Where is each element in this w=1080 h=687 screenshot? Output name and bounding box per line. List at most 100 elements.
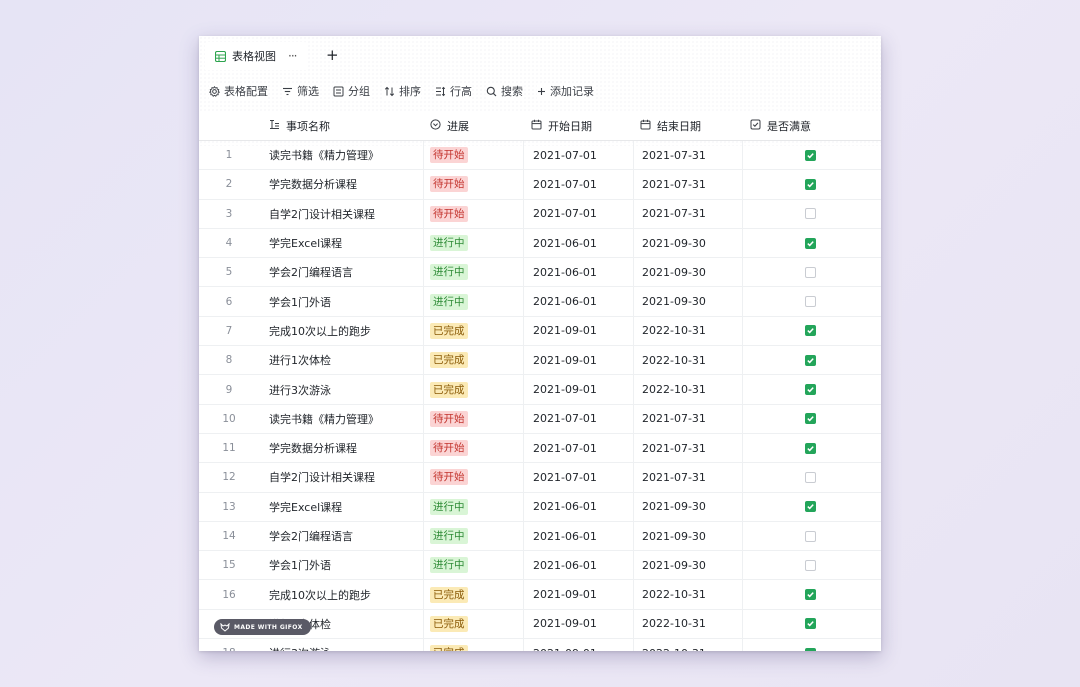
table-row[interactable]: 4 学完Excel课程 进行中 2021-06-01 2021-09-30 [199, 229, 881, 259]
checked-checkbox[interactable] [805, 354, 816, 366]
start-date-cell[interactable]: 2021-06-01 [533, 551, 597, 579]
checked-checkbox[interactable] [805, 442, 816, 454]
start-date-cell[interactable]: 2021-09-01 [533, 346, 597, 374]
progress-cell[interactable]: 进行中 [430, 229, 468, 257]
task-name-cell[interactable]: 学会1门外语 [269, 551, 331, 579]
table-row[interactable]: 10 读完书籍《精力管理》 待开始 2021-07-01 2021-07-31 [199, 405, 881, 434]
table-row[interactable]: 1 读完书籍《精力管理》 待开始 2021-07-01 2021-07-31 [199, 141, 881, 171]
satisfied-cell[interactable] [805, 258, 816, 286]
start-date-cell[interactable]: 2021-09-01 [533, 639, 597, 651]
table-row[interactable]: 8 进行1次体检 已完成 2021-09-01 2022-10-31 [199, 346, 881, 376]
checked-checkbox[interactable] [805, 384, 816, 396]
satisfied-cell[interactable] [805, 375, 816, 403]
table-row[interactable]: 9 进行3次游泳 已完成 2021-09-01 2022-10-31 [199, 375, 881, 405]
satisfied-cell[interactable] [805, 551, 816, 579]
add-record-button[interactable]: 添加记录 [537, 83, 594, 99]
start-date-cell[interactable]: 2021-09-01 [533, 375, 597, 403]
filter-button[interactable]: 筛选 [282, 83, 319, 99]
satisfied-cell[interactable] [805, 580, 816, 608]
table-row[interactable]: 11 学完数据分析课程 待开始 2021-07-01 2021-07-31 [199, 434, 881, 464]
task-name-cell[interactable]: 完成10次以上的跑步 [269, 580, 371, 608]
progress-cell[interactable]: 已完成 [430, 317, 468, 345]
progress-cell[interactable]: 待开始 [430, 170, 468, 198]
progress-cell[interactable]: 待开始 [430, 200, 468, 228]
satisfied-cell[interactable] [805, 405, 816, 433]
table-row[interactable]: 5 学会2门编程语言 进行中 2021-06-01 2021-09-30 [199, 258, 881, 288]
unchecked-checkbox[interactable] [805, 559, 816, 571]
end-date-cell[interactable]: 2022-10-31 [642, 317, 706, 345]
progress-cell[interactable]: 已完成 [430, 639, 468, 651]
progress-cell[interactable]: 待开始 [430, 405, 468, 433]
satisfied-cell[interactable] [805, 317, 816, 345]
end-date-cell[interactable]: 2021-09-30 [642, 522, 706, 550]
task-name-cell[interactable]: 学会1门外语 [269, 287, 331, 315]
start-date-cell[interactable]: 2021-07-01 [533, 170, 597, 198]
end-date-cell[interactable]: 2021-09-30 [642, 287, 706, 315]
end-date-cell[interactable]: 2021-09-30 [642, 229, 706, 257]
task-name-cell[interactable]: 自学2门设计相关课程 [269, 463, 375, 491]
unchecked-checkbox[interactable] [805, 208, 816, 220]
end-date-cell[interactable]: 2022-10-31 [642, 610, 706, 638]
start-date-cell[interactable]: 2021-07-01 [533, 141, 597, 169]
task-name-cell[interactable]: 读完书籍《精力管理》 [269, 405, 379, 433]
column-header-start[interactable]: 开始日期 [531, 112, 592, 140]
satisfied-cell[interactable] [805, 346, 816, 374]
end-date-cell[interactable]: 2022-10-31 [642, 346, 706, 374]
progress-cell[interactable]: 进行中 [430, 258, 468, 286]
satisfied-cell[interactable] [805, 141, 816, 169]
progress-cell[interactable]: 已完成 [430, 375, 468, 403]
checked-checkbox[interactable] [805, 178, 816, 190]
group-button[interactable]: 分组 [333, 83, 370, 99]
table-row[interactable]: 14 学会2门编程语言 进行中 2021-06-01 2021-09-30 [199, 522, 881, 552]
checked-checkbox[interactable] [805, 589, 816, 601]
satisfied-cell[interactable] [805, 287, 816, 315]
satisfied-cell[interactable] [805, 229, 816, 257]
end-date-cell[interactable]: 2021-07-31 [642, 463, 706, 491]
satisfied-cell[interactable] [805, 200, 816, 228]
column-header-end[interactable]: 结束日期 [640, 112, 701, 140]
progress-cell[interactable]: 进行中 [430, 551, 468, 579]
start-date-cell[interactable]: 2021-06-01 [533, 287, 597, 315]
task-name-cell[interactable]: 学完数据分析课程 [269, 170, 357, 198]
end-date-cell[interactable]: 2022-10-31 [642, 375, 706, 403]
end-date-cell[interactable]: 2021-07-31 [642, 200, 706, 228]
task-name-cell[interactable]: 学完数据分析课程 [269, 434, 357, 462]
satisfied-cell[interactable] [805, 493, 816, 521]
start-date-cell[interactable]: 2021-07-01 [533, 405, 597, 433]
table-row[interactable]: 18 进行3次游泳已完成 2021-09-01 2022-10-31 [199, 639, 881, 651]
checked-checkbox[interactable] [805, 237, 816, 249]
table-row[interactable]: 15 学会1门外语 进行中 2021-06-01 2021-09-30 [199, 551, 881, 581]
progress-cell[interactable]: 已完成 [430, 580, 468, 608]
satisfied-cell[interactable] [805, 639, 816, 651]
unchecked-checkbox[interactable] [805, 296, 816, 308]
task-name-cell[interactable]: 完成10次以上的跑步 [269, 317, 371, 345]
search-button[interactable]: 搜索 [486, 83, 523, 99]
task-name-cell[interactable]: 学会2门编程语言 [269, 522, 353, 550]
table-row[interactable]: 6 学会1门外语 进行中 2021-06-01 2021-09-30 [199, 287, 881, 317]
satisfied-cell[interactable] [805, 434, 816, 462]
row-height-button[interactable]: 行高 [435, 83, 472, 99]
tab-more-button[interactable]: ··· [288, 49, 298, 63]
sort-button[interactable]: 排序 [384, 83, 421, 99]
satisfied-cell[interactable] [805, 610, 816, 638]
end-date-cell[interactable]: 2021-07-31 [642, 434, 706, 462]
table-config-button[interactable]: 表格配置 [209, 83, 268, 99]
unchecked-checkbox[interactable] [805, 530, 816, 542]
checked-checkbox[interactable] [805, 413, 816, 425]
end-date-cell[interactable]: 2022-10-31 [642, 580, 706, 608]
checked-checkbox[interactable] [805, 501, 816, 513]
end-date-cell[interactable]: 2021-07-31 [642, 141, 706, 169]
table-row[interactable]: 7 完成10次以上的跑步 已完成 2021-09-01 2022-10-31 [199, 317, 881, 347]
checked-checkbox[interactable] [805, 149, 816, 161]
start-date-cell[interactable]: 2021-07-01 [533, 434, 597, 462]
satisfied-cell[interactable] [805, 170, 816, 198]
start-date-cell[interactable]: 2021-06-01 [533, 258, 597, 286]
end-date-cell[interactable]: 2021-09-30 [642, 493, 706, 521]
checked-checkbox[interactable] [805, 325, 816, 337]
end-date-cell[interactable]: 2021-07-31 [642, 170, 706, 198]
start-date-cell[interactable]: 2021-06-01 [533, 522, 597, 550]
table-row[interactable]: 13 学完Excel课程 进行中 2021-06-01 2021-09-30 [199, 493, 881, 522]
progress-cell[interactable]: 已完成 [430, 610, 468, 638]
progress-cell[interactable]: 进行中 [430, 493, 468, 521]
start-date-cell[interactable]: 2021-09-01 [533, 610, 597, 638]
